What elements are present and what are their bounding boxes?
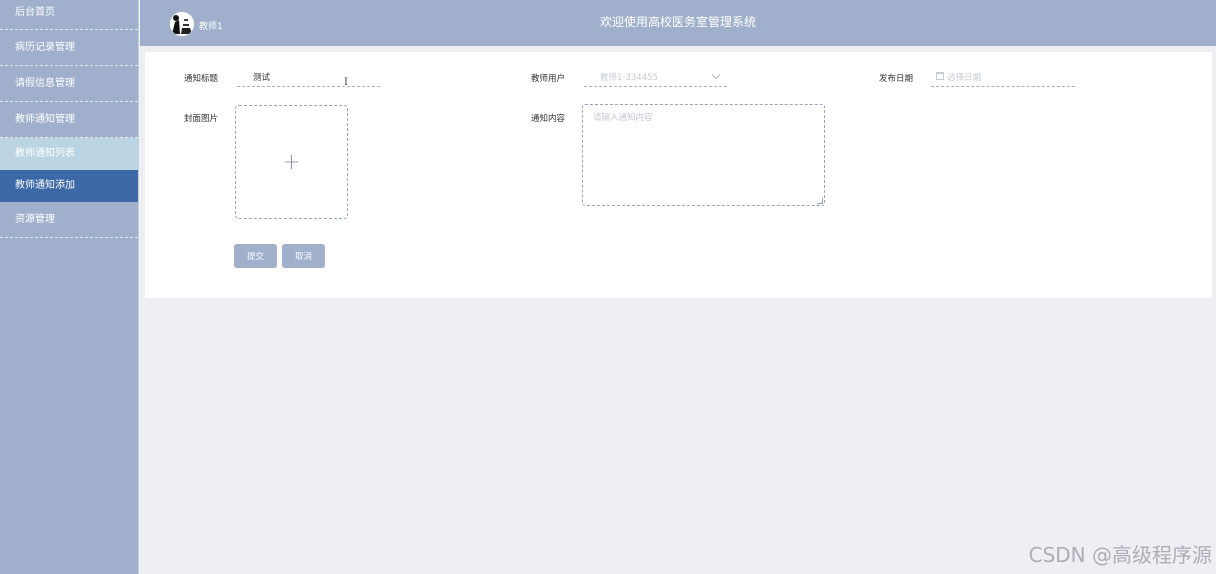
form-card: 通知标题 测试 I 教师用户 教师1-334455 发布日期 选择日期 封面图片… (145, 52, 1212, 298)
sidebar-item-notice-list[interactable]: 教师通知列表 (0, 138, 138, 170)
sidebar-item-label: 教师通知管理 (15, 114, 75, 125)
sidebar-item-label: 病历记录管理 (15, 42, 75, 53)
content-textarea[interactable]: 请输入通知内容 (582, 104, 825, 206)
submit-button[interactable]: 提交 (234, 244, 277, 268)
sidebar-item-label: 教师通知列表 (15, 148, 75, 159)
content-placeholder: 请输入通知内容 (593, 113, 653, 123)
sidebar-item-notice-add[interactable]: 教师通知添加 (0, 170, 138, 202)
top-header: 教师1 欢迎使用高校医务室管理系统 (140, 0, 1216, 46)
title-input[interactable]: 测试 (237, 67, 380, 87)
title-label: 通知标题 (184, 74, 219, 84)
image-upload[interactable]: + (235, 105, 348, 219)
teacher-value: 教师1-334455 (600, 72, 658, 83)
watermark: CSDN @高级程序源 (1028, 543, 1212, 567)
title-value: 测试 (253, 72, 271, 83)
cancel-button[interactable]: 取消 (282, 244, 325, 268)
sidebar-item-label: 资源管理 (15, 214, 55, 225)
sidebar-item-teacher-notice[interactable]: 教师通知管理 (0, 102, 138, 138)
teacher-select[interactable]: 教师1-334455 (584, 67, 727, 87)
calendar-icon (936, 72, 944, 80)
date-placeholder: 选择日期 (947, 72, 982, 83)
content-label: 通知内容 (531, 114, 566, 124)
teacher-label: 教师用户 (531, 74, 566, 84)
text-cursor-icon: I (344, 77, 348, 88)
resize-handle-icon[interactable] (817, 198, 823, 204)
sidebar-item-label: 请假信息管理 (15, 78, 75, 89)
site-title: 欢迎使用高校医务室管理系统 (599, 15, 756, 29)
date-picker[interactable]: 选择日期 (931, 67, 1075, 87)
sidebar: 后台首页 病历记录管理 请假信息管理 教师通知管理 教师通知列表 教师通知添加 … (0, 0, 139, 574)
date-label: 发布日期 (879, 74, 914, 84)
sidebar-item-medical-records[interactable]: 病历记录管理 (0, 30, 138, 66)
cover-label: 封面图片 (184, 114, 219, 124)
sidebar-item-label: 后台首页 (15, 7, 55, 18)
sidebar-item-resources[interactable]: 资源管理 (0, 202, 138, 238)
chevron-down-icon (711, 70, 721, 80)
sidebar-item-leave-info[interactable]: 请假信息管理 (0, 66, 138, 102)
sidebar-item-home[interactable]: 后台首页 (0, 0, 138, 30)
sidebar-item-label: 教师通知添加 (15, 180, 75, 191)
plus-icon: + (282, 149, 301, 175)
